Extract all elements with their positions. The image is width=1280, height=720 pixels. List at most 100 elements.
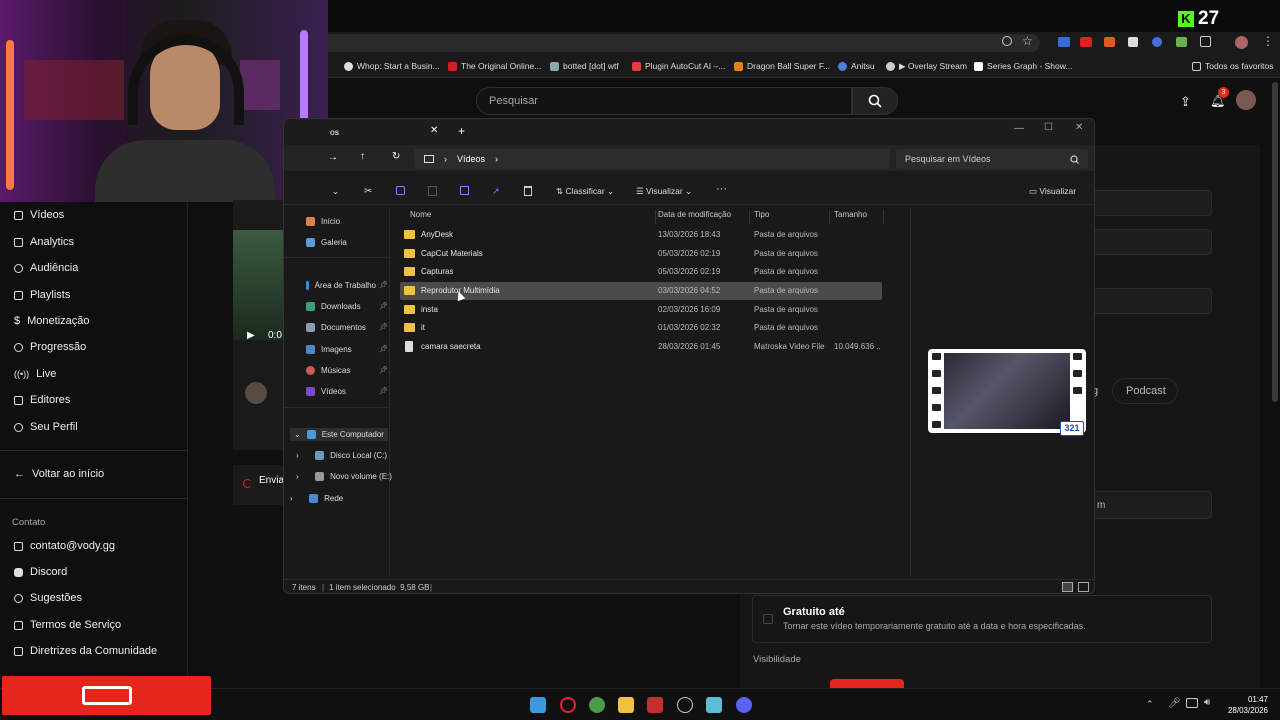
view-button[interactable]: ☰ Visualizar ⌄ [636,186,692,197]
refresh-icon[interactable]: ↻ [392,151,400,162]
minimize-icon[interactable]: — [1014,123,1024,134]
app-icon[interactable] [647,697,663,713]
nav-item-new-volume[interactable]: › Novo volume (E:) [296,472,392,481]
free-until-checkbox[interactable] [763,614,773,624]
nav-item-videos[interactable]: Vídeos [306,387,346,396]
bookmark-star-icon[interactable]: ☆ [1022,34,1033,48]
rename-icon[interactable] [460,186,469,195]
nav-item-music[interactable]: Músicas [306,366,350,375]
bookmark-item[interactable]: botted [dot] wtf [550,61,619,71]
tiles-view-icon[interactable] [1078,582,1089,592]
nav-item-home[interactable]: Início [306,217,340,226]
file-row[interactable]: camara saecreta 28/03/2026 01:45 Matroska … [400,338,882,356]
sidebar-item-editors[interactable]: Editores [14,394,70,406]
extension-icon[interactable] [1104,37,1115,47]
page-scrollbar[interactable] [1272,82,1278,402]
sidebar-item-profile[interactable]: Seu Perfil [14,421,78,433]
extension-icon[interactable] [1058,37,1070,47]
new-tab-icon[interactable]: + [458,124,465,138]
maximize-icon[interactable]: ☐ [1044,122,1053,133]
display-icon[interactable] [1186,698,1198,708]
form-field[interactable] [1092,229,1212,255]
tray-chevron-up-icon[interactable]: ⌃ [1146,699,1154,710]
forward-icon[interactable]: → [328,152,338,163]
search-button[interactable] [852,87,898,115]
extensions-puzzle-icon[interactable] [1200,36,1211,47]
delete-icon[interactable] [524,186,532,196]
file-row[interactable]: insta 02/03/2026 16:09 Pasta de arquivos [400,301,882,319]
details-view-icon[interactable] [1062,582,1073,592]
sidebar-item-live[interactable]: ((•)) Live [14,368,56,380]
suggestions-link[interactable]: Sugestões [14,592,82,604]
contact-email-link[interactable]: contato@vody.gg [14,540,115,552]
cut-icon[interactable]: ✂ [364,186,372,197]
nav-item-downloads[interactable]: Downloads [306,302,361,311]
notepad-icon[interactable] [706,697,722,713]
form-field[interactable]: m [1092,491,1212,519]
play-icon[interactable]: ▶ [247,330,255,341]
bookmark-item[interactable]: ▶ Overlay Stream [886,61,967,72]
breadcrumb-item[interactable]: Vídeos [457,154,485,164]
file-row[interactable]: Capturas 05/03/2026 02:19 Pasta de arquivo… [400,263,882,281]
dropdown-chevron-icon[interactable]: ⌄ [332,186,339,197]
chrome-icon[interactable] [589,697,605,713]
terms-link[interactable]: Termos de Serviço [14,619,121,631]
nav-item-documents[interactable]: Documentos [306,323,366,332]
upload-icon[interactable]: ⇪ [1180,94,1191,110]
nav-item-network[interactable]: › Rede [290,494,343,503]
column-header-size[interactable]: Tamanho [830,210,884,224]
category-chip-podcast[interactable]: Podcast [1112,378,1178,404]
bookmark-item[interactable]: Anitsu [838,61,875,71]
column-header-type[interactable]: Tipo [750,210,830,224]
start-menu-icon[interactable] [530,697,546,713]
extension-icon[interactable] [1176,37,1187,47]
bookmark-item[interactable]: Plugin AutoCut AI –... [632,61,725,71]
avatar[interactable] [1236,90,1256,110]
file-row-selected[interactable]: Reprodutor Multimídia 03/03/2026 04:52 Pas… [400,282,882,300]
menu-kebab-icon[interactable]: ⋮ [1262,34,1274,48]
form-field[interactable] [1092,288,1212,314]
app-icon[interactable] [677,697,693,713]
sidebar-item-videos[interactable]: Vídeos [14,209,64,221]
nav-item-desktop[interactable]: Área de Trabalho [306,281,376,290]
close-window-icon[interactable]: ✕ [1075,122,1083,133]
community-guidelines-link[interactable]: Diretrizes da Comunidade [14,645,157,657]
microphone-icon[interactable]: 🎤︎ [1168,698,1181,709]
nav-item-gallery[interactable]: Galeria [306,238,347,247]
column-header-name[interactable]: Nome [406,210,656,224]
column-header-date[interactable]: Data de modificação [654,210,750,224]
up-icon[interactable]: ↑ [360,151,365,162]
search-input[interactable]: Pesquisar [476,87,852,115]
copy-icon[interactable] [396,186,405,195]
free-until-option[interactable]: Gratuito até Tornar este vídeo temporari… [752,595,1212,643]
form-field[interactable] [1092,190,1212,216]
nav-item-this-pc[interactable]: ⌄ Este Computador [290,428,388,441]
volume-icon[interactable]: 🔊︎ [1204,697,1210,708]
explorer-tab-title[interactable]: os [330,127,339,137]
nav-item-local-disk[interactable]: › Disco Local (C:) [296,451,387,460]
sidebar-item-playlists[interactable]: Playlists [14,289,70,301]
share-icon[interactable]: ↗ [492,186,500,197]
extension-icon[interactable] [1128,37,1138,47]
explorer-search-input[interactable]: Pesquisar em Vídeos [896,149,1088,169]
nav-item-pictures[interactable]: Imagens [306,345,352,354]
bookmark-item[interactable]: Whop: Start a Busin... [344,61,440,71]
extension-icon[interactable] [1080,37,1092,47]
opera-icon[interactable] [560,697,576,713]
file-row[interactable]: CapCut Materials 05/03/2026 02:19 Pasta de… [400,245,882,263]
back-to-home-link[interactable]: ← Voltar ao início [14,468,104,480]
bookmark-item[interactable]: The Original Online... [448,61,541,71]
file-row[interactable]: AnyDesk 13/03/2026 18:43 Pasta de arquivos [400,226,882,244]
discord-taskbar-icon[interactable] [736,697,752,713]
sort-button[interactable]: ⇅ Classificar ⌄ [556,186,614,197]
preview-pane-button[interactable]: ▭ Visualizar [1029,186,1076,197]
address-bar[interactable] [320,34,1040,52]
bookmark-item[interactable]: Dragon Ball Super F... [734,61,830,71]
system-clock[interactable]: 01:47 28/03/2026 [1224,694,1268,716]
discord-link[interactable]: Discord [14,566,67,578]
profile-avatar-icon[interactable] [1235,36,1248,49]
extension-icon[interactable] [1152,37,1162,47]
zoom-icon[interactable] [1002,36,1012,46]
sidebar-item-progression[interactable]: Progressão [14,341,86,353]
close-tab-icon[interactable]: ✕ [430,125,438,136]
